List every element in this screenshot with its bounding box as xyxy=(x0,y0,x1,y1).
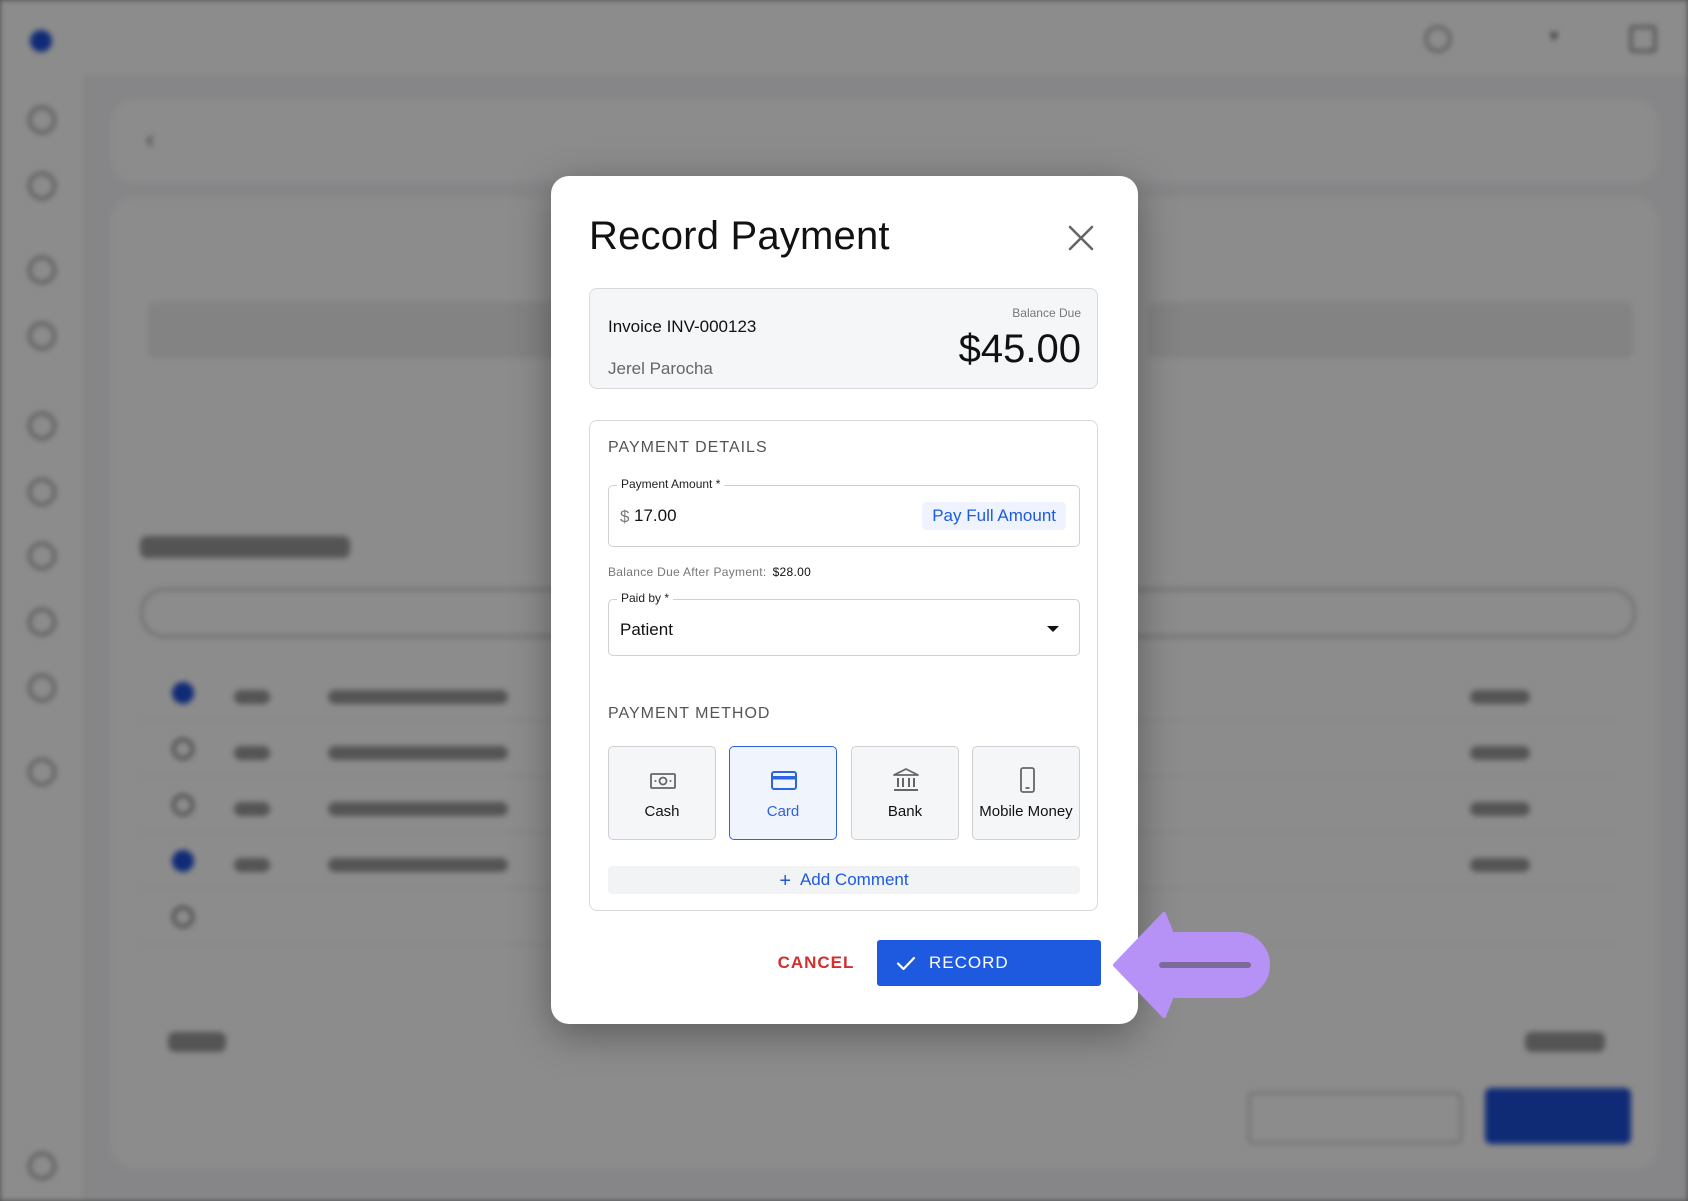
mobile-phone-icon xyxy=(1020,767,1035,793)
payment-method-label: Cash xyxy=(644,803,680,820)
payment-method-heading: PAYMENT METHOD xyxy=(608,705,771,722)
paid-by-label: Paid by * xyxy=(617,591,674,605)
plus-icon: + xyxy=(779,869,792,892)
invoice-number: Invoice INV-000123 xyxy=(608,317,757,336)
cancel-button[interactable]: CANCEL xyxy=(766,940,866,986)
payment-details-card: PAYMENT DETAILS Payment Amount * $ Pay F… xyxy=(589,420,1098,911)
balance-after-label: Balance Due After Payment: xyxy=(608,565,767,579)
dropdown-caret-icon[interactable] xyxy=(1047,626,1059,632)
pay-full-amount-button[interactable]: Pay Full Amount xyxy=(922,502,1066,530)
dialog-title: Record Payment xyxy=(589,214,890,258)
invoice-summary-card: Invoice INV-000123 Jerel Parocha Balance… xyxy=(589,288,1098,389)
paid-by-select[interactable]: Paid by * Patient xyxy=(608,591,1080,656)
payment-method-label: Card xyxy=(766,803,800,820)
payment-amount-field[interactable]: Payment Amount * $ Pay Full Amount xyxy=(608,477,1080,547)
add-comment-label: Add Comment xyxy=(799,870,909,889)
cash-icon xyxy=(650,773,676,789)
payment-amount-label: Payment Amount * xyxy=(617,477,725,491)
record-payment-dialog: Record Payment Invoice INV-000123 Jerel … xyxy=(551,176,1138,1024)
balance-after-payment: Balance Due After Payment: $28.00 xyxy=(608,565,811,579)
payment-amount-input[interactable] xyxy=(634,502,884,530)
balance-after-value: $28.00 xyxy=(772,565,812,579)
record-payment-button[interactable]: RECORD PAYMENT xyxy=(877,940,1101,1018)
bank-icon xyxy=(893,768,919,791)
payment-method-options: Cash Card Bank Mobile Money xyxy=(608,746,1080,840)
record-payment-label: RECORD PAYMENT xyxy=(929,953,1016,1018)
balance-due-label: Balance Due xyxy=(1012,306,1081,320)
payment-method-bank[interactable]: Bank xyxy=(851,746,959,840)
close-icon[interactable] xyxy=(1061,218,1101,258)
payment-method-cash[interactable]: Cash xyxy=(608,746,716,840)
paid-by-value: Patient xyxy=(620,620,673,639)
check-icon xyxy=(896,956,916,971)
balance-due-amount: $45.00 xyxy=(958,327,1081,371)
add-comment-button[interactable]: + Add Comment xyxy=(608,866,1080,894)
payment-method-label: Bank xyxy=(887,803,923,820)
payment-method-label: Mobile Money xyxy=(979,803,1073,820)
payment-method-card[interactable]: Card xyxy=(729,746,837,840)
credit-card-icon xyxy=(771,771,797,790)
payment-details-heading: PAYMENT DETAILS xyxy=(608,439,768,456)
pointer-arrow-icon xyxy=(1113,912,1270,1018)
currency-prefix: $ xyxy=(620,507,630,526)
payment-method-mobile-money[interactable]: Mobile Money xyxy=(972,746,1080,840)
patient-name: Jerel Parocha xyxy=(608,359,713,378)
